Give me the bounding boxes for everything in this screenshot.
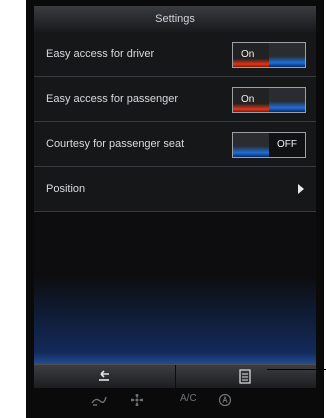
bottom-bar (34, 364, 316, 388)
row-courtesy-passenger-seat: Courtesy for passenger seat OFF (34, 122, 316, 167)
settings-list: Easy access for driver On Easy access fo… (34, 32, 316, 212)
back-arrow-icon (96, 365, 112, 388)
toggle-easy-access-passenger[interactable]: On (232, 87, 306, 113)
ac-button[interactable]: A/C (180, 393, 197, 404)
row-label: Easy access for passenger (46, 93, 179, 105)
page-title: Settings (34, 6, 316, 33)
toggle-on-segment: On (233, 88, 269, 112)
row-easy-access-driver: Easy access for driver On (34, 32, 316, 77)
toggle-off-segment: OFF (269, 133, 305, 157)
fan-icon[interactable] (130, 393, 144, 410)
head-unit-frame: Settings Easy access for driver On Easy … (26, 0, 324, 418)
auto-icon[interactable] (218, 393, 232, 410)
row-position[interactable]: Position (34, 167, 316, 212)
toggle-off-segment (269, 43, 305, 67)
row-label: Position (46, 183, 86, 195)
toggle-on-segment: On (233, 43, 269, 67)
background-glow (34, 276, 316, 366)
list-menu-icon (238, 365, 252, 388)
climate-bar: A/C (34, 390, 316, 410)
airflow-icon[interactable] (90, 393, 108, 410)
row-label: Courtesy for passenger seat (46, 138, 185, 150)
toggle-inactive-segment (233, 133, 269, 157)
settings-screen: Settings Easy access for driver On Easy … (34, 6, 316, 388)
chevron-right-icon (298, 184, 304, 194)
toggle-easy-access-driver[interactable]: On (232, 42, 306, 68)
toggle-off-segment (269, 88, 305, 112)
row-label: Easy access for driver (46, 48, 155, 60)
callout-line (267, 369, 326, 370)
row-easy-access-passenger: Easy access for passenger On (34, 77, 316, 122)
back-button[interactable] (34, 365, 174, 388)
toggle-courtesy-passenger-seat[interactable]: OFF (232, 132, 306, 158)
